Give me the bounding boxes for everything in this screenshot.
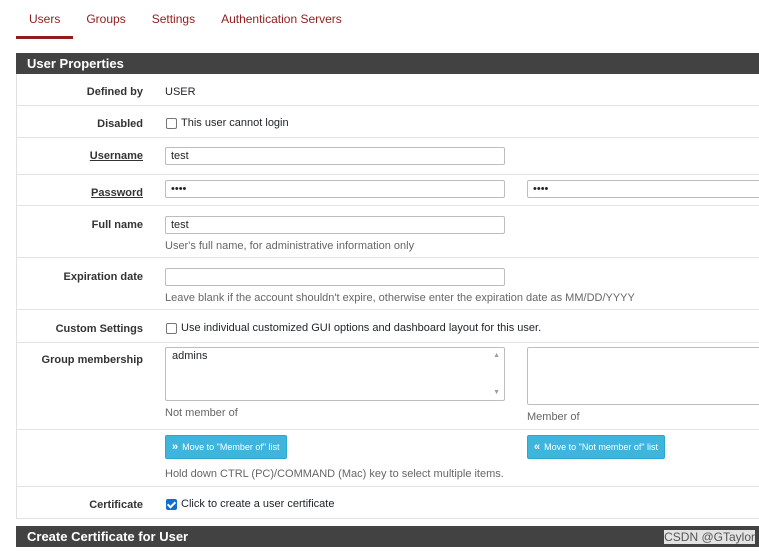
group-membership-label: Group membership: [41, 354, 143, 366]
custom-settings-label: Custom Settings: [55, 323, 143, 335]
row-custom-settings: Custom Settings Use individual customize…: [17, 310, 759, 343]
certificate-label: Certificate: [89, 499, 143, 511]
not-member-of-caption: Not member of: [165, 407, 238, 419]
not-member-of-listbox[interactable]: admins ▲ ▼: [165, 347, 505, 401]
watermark: CSDN @GTaylor: [664, 530, 755, 544]
username-label: Username: [89, 150, 143, 162]
row-defined-by: Defined by USER: [17, 74, 759, 106]
move-to-not-member-button[interactable]: «Move to "Not member of" list: [527, 435, 666, 459]
expiration-date-input[interactable]: [165, 268, 505, 286]
tab-authentication-servers[interactable]: Authentication Servers: [208, 0, 355, 36]
custom-settings-checkbox[interactable]: [166, 323, 177, 334]
row-password: Password •••• ••••: [17, 175, 759, 206]
scroll-up-icon[interactable]: ▲: [493, 352, 500, 359]
username-input[interactable]: test: [165, 147, 505, 165]
certificate-checkbox[interactable]: [166, 499, 177, 510]
full-name-input[interactable]: test: [165, 216, 505, 234]
move-to-member-button-label: Move to "Member of" list: [182, 442, 280, 452]
password-input[interactable]: ••••: [165, 180, 505, 198]
certificate-checkbox-label: Click to create a user certificate: [181, 498, 335, 510]
custom-settings-checkbox-label: Use individual customized GUI options an…: [181, 322, 542, 334]
panel-title: User Properties: [16, 53, 759, 74]
full-name-label: Full name: [91, 219, 143, 231]
full-name-help: User's full name, for administrative inf…: [165, 240, 415, 252]
group-option-admins[interactable]: admins: [172, 350, 207, 362]
password-label: Password: [91, 187, 143, 199]
expiration-date-help: Leave blank if the account shouldn't exp…: [165, 292, 635, 304]
row-expiration-date: Expiration date Leave blank if the accou…: [17, 258, 759, 310]
row-disabled: Disabled This user cannot login: [17, 106, 759, 138]
multi-select-help: Hold down CTRL (PC)/COMMAND (Mac) key to…: [165, 468, 504, 480]
disabled-checkbox[interactable]: [166, 118, 177, 129]
member-of-listbox[interactable]: [527, 347, 759, 405]
user-properties-panel: Defined by USER Disabled This user canno…: [16, 74, 759, 519]
defined-by-value: USER: [165, 86, 196, 98]
tab-settings[interactable]: Settings: [139, 0, 208, 36]
row-full-name: Full name test User's full name, for adm…: [17, 206, 759, 258]
tab-users[interactable]: Users: [16, 0, 74, 39]
double-chevron-right-icon: »: [172, 441, 179, 453]
tab-bar: Users Groups Settings Authentication Ser…: [16, 0, 355, 39]
disabled-checkbox-label: This user cannot login: [181, 117, 289, 129]
row-username: Username test: [17, 138, 759, 175]
disabled-label: Disabled: [97, 118, 143, 130]
create-certificate-panel-title: Create Certificate for User: [16, 526, 759, 547]
double-chevron-left-icon: «: [534, 441, 541, 453]
row-move-buttons: » Move to "Member of" list «Move to "Not …: [17, 430, 759, 487]
move-to-member-button[interactable]: » Move to "Member of" list: [165, 435, 287, 459]
move-to-not-member-button-label: Move to "Not member of" list: [544, 442, 659, 452]
password-confirm-input[interactable]: ••••: [527, 180, 759, 198]
defined-by-label: Defined by: [86, 86, 143, 98]
row-group-membership: Group membership admins ▲ ▼ Not member o…: [17, 343, 759, 430]
scroll-down-icon[interactable]: ▼: [493, 389, 500, 396]
member-of-caption: Member of: [527, 411, 580, 423]
row-certificate: Certificate Click to create a user certi…: [17, 487, 759, 519]
expiration-date-label: Expiration date: [63, 271, 143, 283]
tab-groups[interactable]: Groups: [73, 0, 138, 36]
